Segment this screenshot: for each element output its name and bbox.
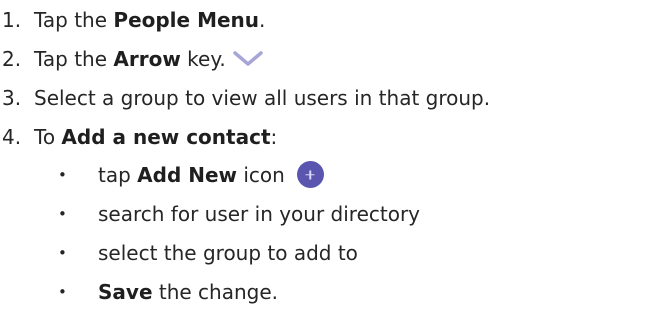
step-text: key. <box>180 47 226 71</box>
step-text: Tap the <box>34 8 114 32</box>
step-text: Tap the <box>34 47 114 71</box>
step-number: 3. <box>2 86 22 110</box>
bullet-bold-text: Add New <box>137 163 238 187</box>
step-text: Select a group to view all users in that… <box>34 86 491 110</box>
step-number: 4. <box>2 125 22 149</box>
step-text: : <box>270 125 278 149</box>
step-text: . <box>259 8 266 32</box>
bullet-text: search for user in your directory <box>98 202 421 226</box>
bullet-text: tap <box>98 163 138 187</box>
step-number: 2. <box>2 47 22 71</box>
bullet-marker: • <box>58 166 67 184</box>
bullet-marker: • <box>58 205 67 223</box>
step-text: To <box>34 125 62 149</box>
step-bold-text: Arrow <box>113 47 181 71</box>
chevron-down-icon <box>232 50 263 66</box>
step-number: 1. <box>2 8 22 32</box>
step-bold-text: Add a new contact <box>61 125 271 149</box>
bullet-bold-text: Save <box>98 280 153 304</box>
bullet-text: select the group to add to <box>98 241 358 265</box>
step-bold-text: People Menu <box>113 8 260 32</box>
bullet-marker: • <box>58 244 67 262</box>
bullet-text: icon <box>237 163 285 187</box>
bullet-text: the change. <box>152 280 279 304</box>
bullet-marker: • <box>58 283 67 301</box>
plus-circle-icon <box>296 161 324 188</box>
